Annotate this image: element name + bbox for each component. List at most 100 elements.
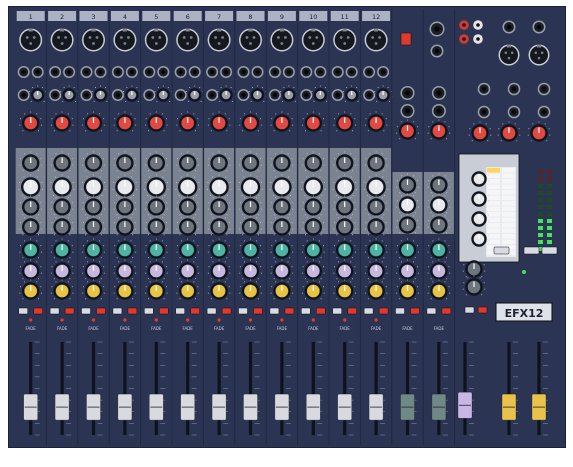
mic-trim-knob-1[interactable] (28, 85, 48, 102)
aux1-knob-6[interactable] (176, 238, 199, 259)
stereo-fader-1[interactable] (400, 341, 417, 436)
mute-button-7[interactable] (221, 307, 232, 315)
channel-fader-2[interactable] (54, 341, 72, 436)
line-input-4[interactable] (111, 66, 124, 78)
insert-jack-3[interactable] (94, 66, 107, 78)
aux2-knob-8[interactable] (239, 259, 262, 280)
stereo-gain-knob-2[interactable] (427, 119, 451, 140)
mono-out-jack[interactable] (502, 20, 516, 34)
stereo-fader-2[interactable] (431, 341, 448, 436)
gain-knob-6[interactable] (176, 111, 199, 132)
aux2-knob-2[interactable] (50, 259, 74, 280)
line-input-5[interactable] (143, 66, 156, 78)
gain-knob-3[interactable] (82, 111, 105, 132)
stereo-mute-button-2[interactable] (441, 307, 452, 315)
channel-fader-1[interactable] (23, 341, 40, 436)
mic-trim-knob-8[interactable] (248, 85, 267, 102)
mic-input-12[interactable] (364, 28, 388, 52)
output-jack-5[interactable] (507, 105, 521, 119)
aux1-knob-10[interactable] (302, 238, 325, 259)
gain-knob-10[interactable] (302, 111, 325, 132)
mic-input-1[interactable] (19, 28, 43, 52)
mute-button-12[interactable] (378, 307, 389, 315)
fx-return-knob[interactable] (527, 121, 551, 142)
stereo-aux2-knob-2[interactable] (427, 259, 451, 280)
mute-button-6[interactable] (190, 307, 200, 315)
aux2-knob-4[interactable] (113, 259, 137, 280)
main-out-right-xlr[interactable] (528, 44, 550, 66)
aux2-knob-9[interactable] (270, 259, 294, 280)
master-fader-1[interactable] (501, 341, 518, 436)
mic-input-11[interactable] (333, 28, 357, 52)
direct-out-3[interactable] (80, 89, 93, 101)
mic-trim-knob-9[interactable] (279, 85, 299, 102)
line-input-9[interactable] (268, 66, 281, 78)
direct-out-1[interactable] (17, 89, 30, 101)
mute-button-1[interactable] (33, 307, 43, 315)
mic-input-9[interactable] (270, 28, 294, 52)
channel-fader-7[interactable] (211, 341, 229, 436)
insert-jack-7[interactable] (220, 66, 233, 78)
mic-input-6[interactable] (176, 28, 200, 52)
aux2-knob-6[interactable] (176, 259, 199, 280)
aux1-knob-3[interactable] (82, 238, 105, 259)
channel-fader-11[interactable] (337, 341, 354, 436)
gain-knob-9[interactable] (270, 111, 294, 132)
stereo-left-input-1[interactable] (400, 86, 415, 100)
pan-knob-3[interactable] (82, 279, 105, 300)
monitor-button[interactable] (523, 246, 540, 255)
stereo-mute-button-1[interactable] (410, 307, 420, 315)
aux2-knob-1[interactable] (19, 259, 42, 280)
phantom-power-switch[interactable] (400, 32, 412, 46)
line-input-6[interactable] (174, 66, 187, 78)
aux2-knob-5[interactable] (145, 259, 168, 280)
insert-jack-2[interactable] (63, 66, 76, 78)
output-jack-4[interactable] (477, 105, 491, 119)
aux2-knob-12[interactable] (364, 259, 388, 280)
aux2-knob-10[interactable] (302, 259, 325, 280)
line-input-8[interactable] (237, 66, 250, 78)
pan-knob-11[interactable] (333, 279, 356, 300)
aux1-knob-1[interactable] (19, 238, 42, 259)
aux1-knob-7[interactable] (207, 238, 231, 259)
mic-input-7[interactable] (207, 28, 231, 52)
line-input-1[interactable] (17, 66, 30, 78)
fx-return-fader[interactable] (457, 341, 474, 436)
mute-button-10[interactable] (316, 307, 326, 315)
aux1-master-knob[interactable] (468, 121, 492, 142)
gain-knob-4[interactable] (113, 111, 137, 132)
direct-out-2[interactable] (49, 89, 62, 101)
pan-knob-1[interactable] (19, 279, 42, 300)
stereo-gain-knob-1[interactable] (396, 119, 419, 140)
direct-out-4[interactable] (111, 89, 124, 101)
mute-button-11[interactable] (347, 307, 357, 315)
insert-jack-1[interactable] (31, 66, 44, 78)
output-jack-2[interactable] (507, 82, 521, 96)
aux2-knob-7[interactable] (207, 259, 231, 280)
mute-button-3[interactable] (96, 307, 106, 315)
direct-out-6[interactable] (174, 89, 187, 101)
main-out-left-xlr[interactable] (498, 44, 520, 66)
footswitch-input[interactable] (430, 44, 444, 58)
stereo-balance-knob-1[interactable] (396, 279, 419, 300)
fx-pfl-button[interactable] (464, 306, 475, 314)
pfl-button-2[interactable] (49, 307, 60, 315)
mic-input-10[interactable] (301, 28, 325, 52)
stereo-balance-knob-2[interactable] (427, 279, 451, 300)
pfl-button-4[interactable] (112, 307, 123, 315)
direct-out-11[interactable] (331, 89, 344, 101)
pan-knob-2[interactable] (50, 279, 74, 300)
stereo-right-input-2[interactable] (431, 104, 446, 118)
pfl-button-7[interactable] (206, 307, 217, 315)
line-input-10[interactable] (300, 66, 313, 78)
gain-knob-2[interactable] (50, 111, 74, 132)
pfl-button-11[interactable] (332, 307, 342, 315)
mic-input-2[interactable] (50, 28, 74, 52)
pfl-button-12[interactable] (363, 307, 374, 315)
stereo-pfl-button-1[interactable] (395, 307, 405, 315)
pan-knob-9[interactable] (270, 279, 294, 300)
gain-knob-8[interactable] (239, 111, 262, 132)
aux2-master-knob[interactable] (497, 121, 521, 142)
pfl-button-8[interactable] (238, 307, 248, 315)
insert-jack-9[interactable] (282, 66, 295, 78)
